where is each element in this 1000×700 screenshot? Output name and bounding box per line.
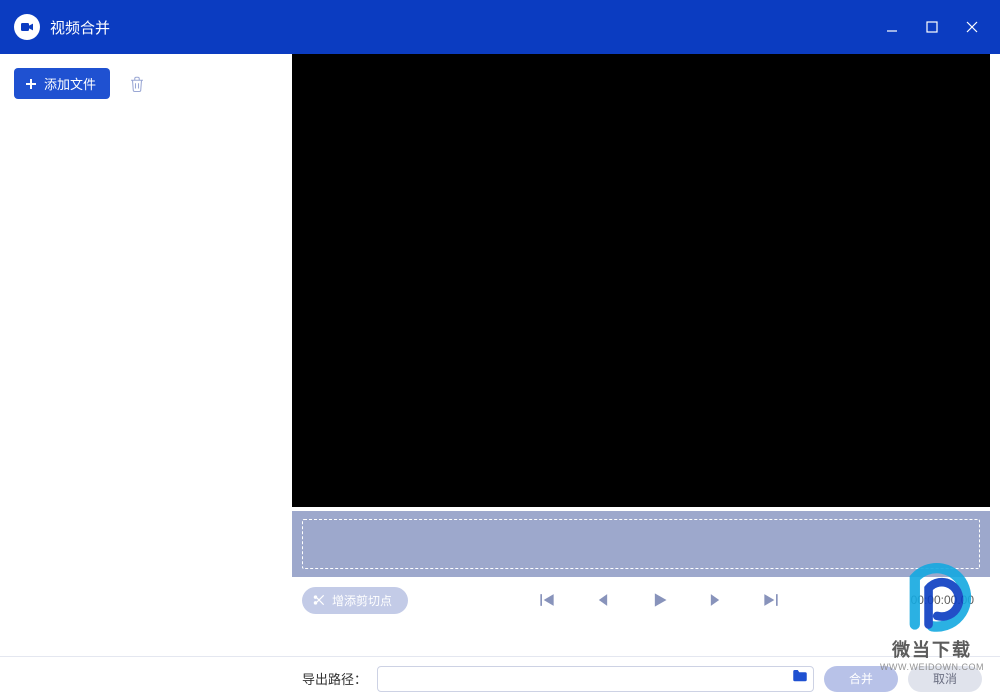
maximize-button[interactable] (912, 0, 952, 54)
app-icon (14, 14, 40, 40)
merge-button[interactable]: 合并 (824, 666, 898, 692)
play-button[interactable] (644, 585, 674, 615)
add-file-button[interactable]: 添加文件 (14, 68, 110, 99)
next-frame-button[interactable] (700, 585, 730, 615)
timeline-track[interactable] (302, 519, 980, 569)
close-button[interactable] (952, 0, 992, 54)
window-title: 视频合并 (50, 17, 110, 38)
cancel-button[interactable]: 取消 (908, 666, 982, 692)
prev-frame-button[interactable] (588, 585, 618, 615)
timeline-area (292, 511, 990, 577)
playback-controls: 增添剪切点 00:00:00.00 (292, 577, 990, 619)
titlebar: 视频合并 (0, 0, 1000, 54)
export-path-label: 导出路径： (302, 669, 367, 688)
seek-end-button[interactable] (756, 585, 786, 615)
seek-start-button[interactable] (532, 585, 562, 615)
add-file-label: 添加文件 (44, 74, 96, 93)
merge-button-label: 合并 (849, 670, 873, 687)
time-display: 00:00:00.00 (911, 593, 980, 607)
footer: 导出路径： 合并 取消 (0, 656, 1000, 700)
sidebar: 添加文件 (0, 54, 292, 656)
export-path-field-wrap (377, 666, 814, 692)
add-cut-point-button[interactable]: 增添剪切点 (302, 587, 408, 614)
cancel-button-label: 取消 (933, 670, 957, 687)
video-preview (292, 54, 990, 507)
export-path-input[interactable] (386, 672, 791, 686)
main-panel: 增添剪切点 00:00:00.00 (292, 54, 1000, 656)
minimize-button[interactable] (872, 0, 912, 54)
delete-button[interactable] (128, 75, 146, 93)
cut-button-label: 增添剪切点 (332, 592, 392, 609)
browse-folder-button[interactable] (791, 667, 809, 690)
